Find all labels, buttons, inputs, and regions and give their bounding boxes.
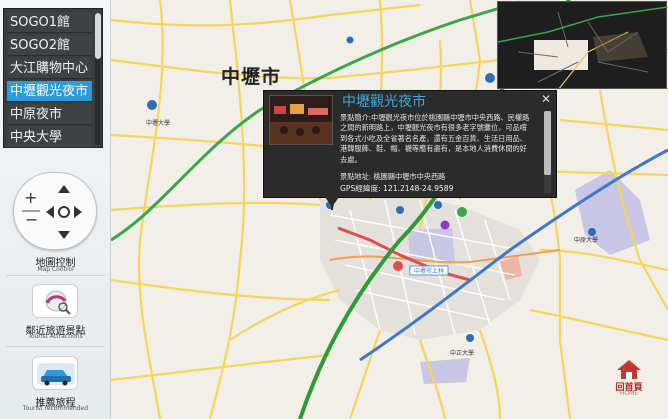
menu-scrollbar[interactable] [95,13,101,145]
pan-right-icon[interactable] [74,206,82,218]
zoom-in-icon[interactable]: + [24,188,37,207]
poi-label-2: 中原大學 [574,236,598,244]
minimap-canvas [498,2,666,88]
popup-pointer [325,197,339,207]
recommended-sublabel: Tourist recommended [22,405,89,412]
poi-label-3: 中正大學 [450,349,474,357]
center-icon[interactable] [58,206,70,218]
popup-description: 景點簡介:中壢觀光夜市位於桃園縣中壢市中央西路、民權路之間的新明路上，中壢觀光夜… [340,113,530,164]
menu-item-central-university[interactable]: 中央大學 [7,127,92,148]
map-control-pad[interactable]: + − [13,172,97,250]
close-icon[interactable]: ✕ [541,92,551,106]
map-control-sublabel: Map Control [37,266,74,273]
app-stage: 中壢大學 中原大學 中正大學 中壢市上林 中壢市 中壢觀光夜市 ✕ 景點簡介:中… [0,0,668,419]
location-popup: 中壢觀光夜市 ✕ 景點簡介:中壢觀光夜市位於桃園縣中壢市中央西路、民權路之間的新… [263,90,557,198]
attractions-sublabel: Tourist Attractions [28,333,83,340]
attractions-button[interactable] [32,284,78,318]
location-photo [269,95,333,145]
location-menu: SOGO1館 SOGO2館 大江購物中心 中壢觀光夜市 中原夜市 中央大學 [3,8,103,148]
city-label: 中壢市 [221,66,282,88]
divider-2 [6,346,105,347]
popup-scroll-thumb[interactable] [544,111,551,175]
pan-left-icon[interactable] [46,206,54,218]
divider-1 [6,275,105,276]
home-icon [617,360,641,379]
menu-item-zhongli-night-market[interactable]: 中壢觀光夜市 [7,81,92,102]
zoom-out-icon[interactable]: − [25,210,38,229]
overview-minimap[interactable] [497,1,667,89]
poi-label-1: 中壢大學 [146,119,170,127]
menu-item-sogo2[interactable]: SOGO2館 [7,35,92,56]
left-panel: SOGO1館 SOGO2館 大江購物中心 中壢觀光夜市 中原夜市 中央大學 + … [0,0,111,419]
home-button[interactable]: 回首頁 HOME [612,358,646,398]
attractions-icon [45,290,71,315]
menu-item-tai-mall[interactable]: 大江購物中心 [7,58,92,79]
menu-scroll-thumb[interactable] [95,13,101,59]
popup-title: 中壢觀光夜市 [342,94,426,110]
menu-item-sogo1[interactable]: SOGO1館 [7,12,92,33]
pan-up-icon[interactable] [58,185,70,193]
night-market-thumbnail [270,96,332,144]
home-sublabel: HOME [619,390,639,397]
road-sign-label: 中壢市上林 [414,267,444,275]
car-icon [37,363,75,386]
popup-gps: GPS經緯度: 121.2148-24.9589 [340,184,454,193]
menu-item-zhongyuan-night-market[interactable]: 中原夜市 [7,104,92,125]
recommended-tour-button[interactable] [32,356,78,390]
popup-address: 景點地址: 桃園縣中壢市中央西路 [340,172,446,181]
popup-scrollbar[interactable] [544,111,551,193]
dpad-icon: + − [22,185,82,239]
pan-down-icon[interactable] [58,231,70,239]
